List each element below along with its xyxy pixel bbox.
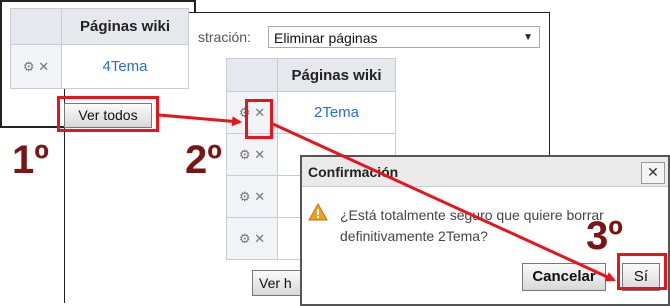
arrow-step2-to-step3 xyxy=(272,122,616,282)
arrows-overlay xyxy=(158,113,616,282)
arrow-step1-to-step2 xyxy=(158,113,242,127)
